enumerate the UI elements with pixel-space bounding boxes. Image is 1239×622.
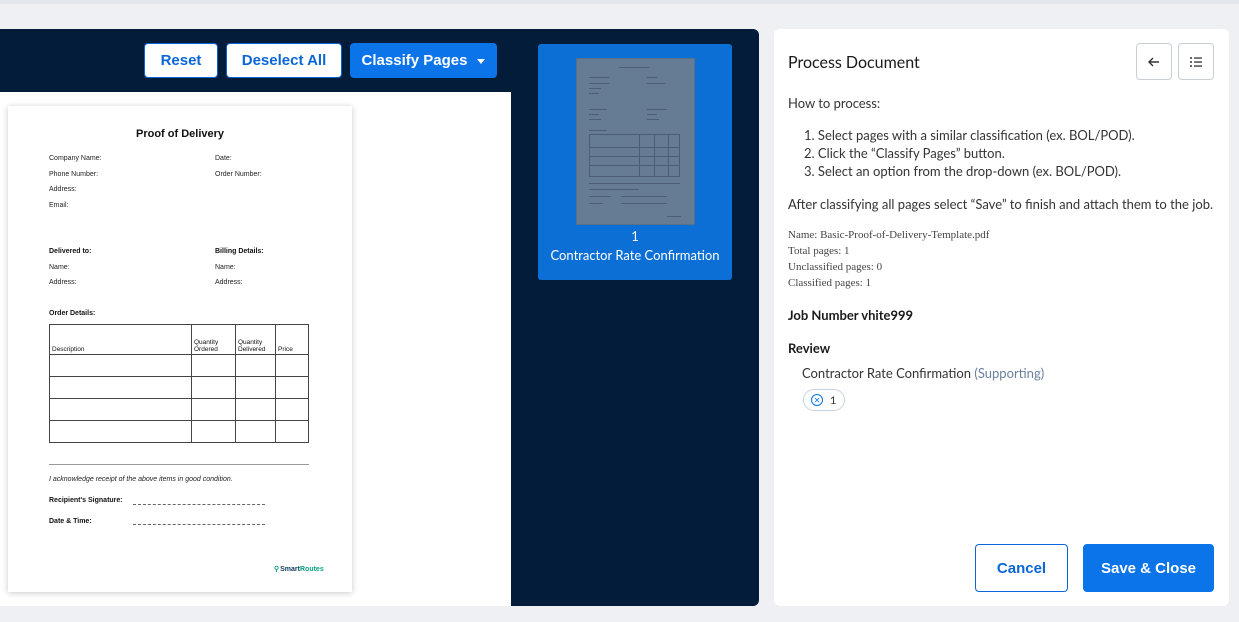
thumbnail-page-number: 1 bbox=[631, 228, 639, 244]
top-border bbox=[0, 0, 1239, 4]
address-field: Address: bbox=[49, 186, 77, 193]
table-header-qty-delivered: Quantity Delivered bbox=[235, 324, 276, 355]
date-field: Date: bbox=[215, 155, 232, 162]
panel-title: Process Document bbox=[788, 53, 920, 72]
process-document-panel: Process Document How to process: 1. Sele… bbox=[774, 29, 1229, 606]
thumbnail-classification: Contractor Rate Confirmation bbox=[550, 247, 720, 263]
signature-line bbox=[133, 504, 265, 505]
date-time-line bbox=[133, 524, 265, 525]
order-details-heading: Order Details: bbox=[49, 310, 96, 317]
review-heading: Review bbox=[788, 340, 831, 356]
table-header-price: Price bbox=[275, 324, 309, 355]
arrow-left-icon bbox=[1148, 57, 1159, 66]
document-viewer: Reset Deselect All Classify Pages Proof … bbox=[0, 29, 759, 606]
cancel-button[interactable]: Cancel bbox=[975, 544, 1068, 592]
acknowledge-text: I acknowledge receipt of the above items… bbox=[49, 476, 233, 483]
deselect-all-button[interactable]: Deselect All bbox=[226, 43, 342, 78]
chip-page-number: 1 bbox=[830, 393, 837, 407]
table-header-description: Description bbox=[49, 324, 192, 355]
document-page[interactable]: Proof of Delivery Company Name: Date: Ph… bbox=[8, 106, 352, 592]
table-row bbox=[49, 354, 309, 377]
list-view-button[interactable] bbox=[1178, 43, 1214, 80]
divider bbox=[49, 464, 309, 465]
table-row bbox=[49, 398, 309, 421]
classify-pages-button[interactable]: Classify Pages bbox=[350, 43, 497, 78]
table-row bbox=[49, 420, 309, 443]
location-pin-icon: ⚲ bbox=[274, 566, 280, 573]
viewer-toolbar: Reset Deselect All Classify Pages bbox=[0, 29, 511, 92]
save-close-label: Save & Close bbox=[1100, 559, 1197, 577]
order-table: Description Quantity Ordered Quantity De… bbox=[49, 324, 309, 443]
smartroutes-logo: ⚲SmartRoutes bbox=[274, 565, 324, 573]
job-number: Job Number vhite999 bbox=[788, 307, 914, 323]
company-name-field: Company Name: bbox=[49, 155, 102, 162]
review-item-type: (Supporting) bbox=[974, 365, 1045, 381]
after-classify-note: After classifying all pages select “Save… bbox=[788, 196, 1214, 212]
date-time-label: Date & Time: bbox=[49, 518, 92, 525]
phone-number-field: Phone Number: bbox=[49, 171, 99, 178]
table-row bbox=[49, 376, 309, 399]
how-to-heading: How to process: bbox=[788, 95, 881, 111]
billing-name-field: Name: bbox=[215, 264, 236, 271]
close-circle-icon[interactable]: ✕ bbox=[811, 394, 823, 406]
delivered-to-heading: Delivered to: bbox=[49, 248, 92, 255]
cancel-label: Cancel bbox=[996, 559, 1047, 577]
save-close-button[interactable]: Save & Close bbox=[1083, 544, 1214, 592]
logo-text-suffix: Routes bbox=[299, 566, 324, 573]
unclassified-pages: Unclassified pages: 0 bbox=[788, 261, 883, 273]
deselect-all-label: Deselect All bbox=[241, 52, 327, 69]
billing-details-heading: Billing Details: bbox=[215, 248, 264, 255]
document-title: Proof of Delivery bbox=[135, 128, 225, 140]
page-preview-area: Proof of Delivery Company Name: Date: Ph… bbox=[0, 92, 511, 606]
reset-button[interactable]: Reset bbox=[144, 43, 218, 78]
instruction-step-2: 2. Click the “Classify Pages” button. bbox=[804, 145, 1005, 161]
classify-pages-label: Classify Pages bbox=[361, 52, 468, 69]
review-item-label: Contractor Rate Confirmation bbox=[802, 365, 972, 381]
order-number-field: Order Number: bbox=[215, 171, 262, 178]
table-header-qty-ordered: Quantity Ordered bbox=[191, 324, 236, 355]
back-button[interactable] bbox=[1136, 43, 1172, 80]
reset-button-label: Reset bbox=[160, 52, 202, 69]
review-item: Contractor Rate Confirmation (Supporting… bbox=[802, 365, 1044, 381]
page-thumbnail-card[interactable]: 1 Contractor Rate Confirmation bbox=[538, 44, 732, 280]
page-thumbnail-image bbox=[577, 59, 694, 224]
email-field: Email: bbox=[49, 202, 69, 209]
instruction-step-3: 3. Select an option from the drop-down (… bbox=[804, 163, 1122, 179]
delivered-name-field: Name: bbox=[49, 264, 70, 271]
page-chip[interactable]: ✕ 1 bbox=[803, 389, 845, 411]
file-name: Name: Basic-Proof-of-Delivery-Template.p… bbox=[788, 229, 990, 241]
list-icon bbox=[1190, 56, 1202, 67]
instruction-step-1: 1. Select pages with a similar classific… bbox=[804, 127, 1135, 143]
billing-address-field: Address: bbox=[215, 279, 243, 286]
classified-pages: Classified pages: 1 bbox=[788, 277, 872, 289]
recipient-signature-label: Recipient's Signature: bbox=[49, 497, 123, 504]
total-pages: Total pages: 1 bbox=[788, 245, 850, 257]
delivered-address-field: Address: bbox=[49, 279, 77, 286]
logo-text-prefix: Smart bbox=[280, 566, 300, 573]
caret-down-icon bbox=[477, 59, 486, 64]
